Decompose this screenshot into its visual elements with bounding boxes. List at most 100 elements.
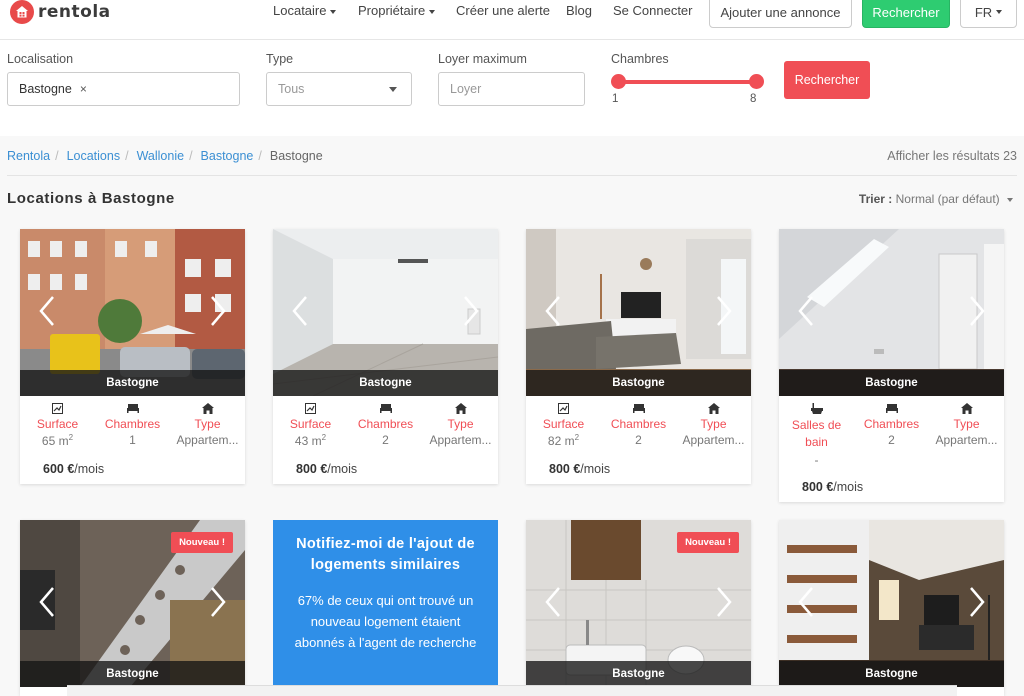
breadcrumb-separator: / — [125, 149, 129, 163]
type-select[interactable]: Tous — [266, 72, 412, 106]
search-alert-promo[interactable]: Notifiez-moi de l'ajout de logements sim… — [273, 520, 498, 696]
chevron-left-icon[interactable] — [544, 295, 562, 327]
bed-icon — [854, 402, 929, 414]
spec-surface: Surface 82 m2 — [526, 402, 601, 458]
area-icon — [526, 402, 601, 414]
surface-value: 65 m — [41, 434, 69, 448]
chevron-left-icon[interactable] — [544, 586, 562, 618]
listing-card[interactable]: Bastogne Surface 43 m2 Chambres 2 Type A… — [273, 229, 498, 484]
surface-unit-sup: 2 — [321, 433, 327, 442]
listing-card[interactable]: Bastogne — [779, 520, 1004, 696]
caret-down-icon — [429, 9, 436, 14]
rooms-min-value: 1 — [612, 93, 619, 105]
language-selector[interactable]: FR — [960, 0, 1017, 28]
listing-city: Bastogne — [273, 370, 498, 396]
spec-value: Appartem... — [429, 433, 492, 447]
nav-blog[interactable]: Blog — [566, 3, 592, 18]
chevron-left-icon[interactable] — [797, 295, 815, 327]
nav-locataire-label: Locataire — [273, 3, 327, 18]
max-rent-input[interactable]: Loyer — [438, 72, 585, 106]
ad-banner[interactable] — [67, 685, 957, 696]
bath-icon — [779, 402, 854, 414]
listing-photo[interactable]: Nouveau ! Bastogne — [526, 520, 751, 687]
chevron-left-icon[interactable] — [797, 586, 815, 618]
nav-create-alert[interactable]: Créer une alerte — [456, 3, 550, 18]
spec-label: Chambres — [863, 417, 920, 431]
spec-bathrooms: Salles de bain - — [779, 402, 854, 476]
breadcrumb-wallonie[interactable]: Wallonie — [137, 149, 184, 163]
spec-surface: Surface 65 m2 — [20, 402, 95, 458]
listing-city: Bastogne — [779, 370, 1004, 396]
listing-specs: Surface 65 m2 Chambres 1 Type Appartem..… — [20, 396, 245, 458]
results-count: Afficher les résultats 23 — [887, 149, 1017, 163]
brand-name: rentola — [38, 2, 111, 22]
rooms-max-value: 8 — [750, 93, 757, 105]
chevron-right-icon[interactable] — [462, 295, 480, 327]
spec-label: Surface — [289, 417, 332, 431]
listing-card[interactable]: Bastogne Surface 65 m2 Chambres 1 Type A… — [20, 229, 245, 484]
chevron-right-icon[interactable] — [968, 295, 986, 327]
listing-card[interactable]: Nouveau ! Bastogne — [526, 520, 751, 696]
nav-proprietaire[interactable]: Propriétaire — [358, 3, 436, 18]
chevron-right-icon[interactable] — [209, 295, 227, 327]
price-amount: 800 € — [802, 480, 834, 494]
chevron-left-icon[interactable] — [38, 586, 56, 618]
chevron-left-icon[interactable] — [38, 295, 56, 327]
spec-label: Surface — [36, 417, 79, 431]
remove-chip-icon[interactable]: × — [80, 82, 87, 96]
breadcrumb-locations[interactable]: Locations — [67, 149, 121, 163]
chevron-right-icon[interactable] — [209, 586, 227, 618]
top-search-button[interactable]: Rechercher — [862, 0, 950, 28]
chevron-right-icon[interactable] — [715, 586, 733, 618]
home-icon — [170, 402, 245, 414]
breadcrumb-separator: / — [189, 149, 193, 163]
spec-label: Chambres — [357, 417, 414, 431]
chevron-right-icon[interactable] — [968, 586, 986, 618]
language-label: FR — [974, 4, 993, 20]
breadcrumb-rentola[interactable]: Rentola — [7, 149, 50, 163]
new-badge: Nouveau ! — [677, 532, 739, 553]
listing-photo[interactable]: Bastogne — [779, 520, 1004, 687]
nav-locataire[interactable]: Locataire — [273, 3, 337, 18]
chevron-left-icon[interactable] — [291, 295, 309, 327]
listing-city: Bastogne — [779, 661, 1004, 687]
spec-label: Type — [953, 417, 980, 431]
home-icon — [676, 402, 751, 414]
spec-value: Appartem... — [176, 433, 239, 447]
sort-selector[interactable]: Trier : Normal (par défaut) — [859, 192, 1013, 206]
listing-photo[interactable]: Bastogne — [273, 229, 498, 396]
location-input[interactable]: Bastogne × — [7, 72, 240, 106]
listing-city: Bastogne — [20, 661, 245, 687]
listing-specs: Salles de bain - Chambres 2 Type Apparte… — [779, 396, 1004, 476]
spec-bedrooms: Chambres 2 — [854, 402, 929, 476]
listing-photo[interactable]: Bastogne — [526, 229, 751, 396]
listing-photo[interactable]: Bastogne — [20, 229, 245, 396]
add-listing-button[interactable]: Ajouter une annonce — [709, 0, 852, 28]
search-submit-button[interactable]: Rechercher — [784, 61, 870, 99]
spec-type: Type Appartem... — [929, 402, 1004, 476]
listing-card[interactable]: Bastogne Surface 82 m2 Chambres 2 Type A… — [526, 229, 751, 484]
chevron-down-icon — [389, 87, 397, 92]
nav-login[interactable]: Se Connecter — [613, 3, 693, 18]
spec-value: 82 m2 — [526, 433, 601, 448]
new-badge: Nouveau ! — [171, 532, 233, 553]
listing-photo[interactable]: Bastogne — [779, 229, 1004, 396]
listing-card[interactable]: Bastogne Salles de bain - Chambres 2 Typ… — [779, 229, 1004, 502]
rooms-slider-track[interactable] — [618, 80, 756, 84]
listing-photo[interactable]: Nouveau ! Bastogne — [20, 520, 245, 687]
home-logo-icon — [10, 0, 34, 24]
rentola-logo[interactable]: rentola — [10, 0, 111, 24]
spec-value: Appartem... — [682, 433, 745, 447]
spec-label: Type — [700, 417, 727, 431]
breadcrumb-separator: / — [55, 149, 59, 163]
spec-surface: Surface 43 m2 — [273, 402, 348, 458]
rooms-slider-max-handle[interactable] — [749, 74, 764, 89]
caret-down-icon — [1007, 197, 1013, 202]
price-period: /mois — [327, 462, 358, 476]
chevron-right-icon[interactable] — [715, 295, 733, 327]
breadcrumb-bastogne[interactable]: Bastogne — [201, 149, 254, 163]
sort-label: Trier : — [858, 192, 893, 206]
listing-city: Bastogne — [20, 370, 245, 396]
listing-card[interactable]: Nouveau ! Bastogne — [20, 520, 245, 696]
rooms-slider-min-handle[interactable] — [611, 74, 626, 89]
